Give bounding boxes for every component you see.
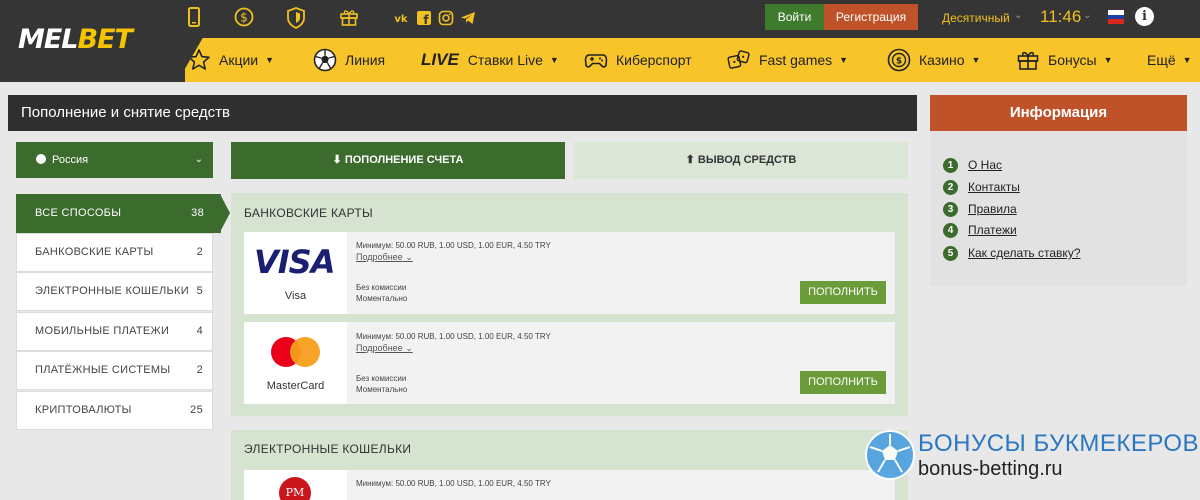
globe-icon (36, 154, 46, 164)
login-button[interactable]: Войти (765, 4, 824, 30)
nav-item-line[interactable]: Линия (313, 38, 385, 82)
method-all[interactable]: ВСЕ СПОСОБЫ 38 (16, 194, 230, 233)
mobile-icon[interactable] (183, 7, 205, 29)
ru-flag-icon[interactable] (1108, 10, 1124, 24)
dollar-icon[interactable]: $ (233, 7, 255, 29)
svg-text:vk: vk (394, 14, 408, 25)
football-icon (313, 48, 337, 72)
facebook-icon[interactable]: f (416, 10, 432, 27)
info-icon[interactable]: i (1135, 7, 1154, 26)
caret-down-icon: ▼ (971, 55, 981, 65)
download-icon: ⬇ (332, 154, 342, 166)
nav-item-fast-games[interactable]: Fast games ▼ (727, 38, 848, 82)
svg-text:$: $ (240, 11, 248, 25)
payment-card-perfect-money: PM Минимум: 50.00 RUB, 1.00 USD, 1.00 EU… (244, 470, 895, 500)
chevron-down-icon: ⌄ (1083, 10, 1092, 21)
page-title: Пополнение и снятие средств (8, 95, 917, 131)
info-link-about[interactable]: 1О Нас (943, 157, 1002, 173)
register-button[interactable]: Регистрация (824, 4, 918, 30)
clock: 11:46 (1040, 7, 1082, 26)
country-select[interactable]: Россия ⌄ (16, 142, 213, 178)
dice-icon (727, 48, 751, 72)
payment-card-mastercard: MasterCard Минимум: 50.00 RUB, 1.00 USD,… (244, 322, 895, 404)
nav-item-promotions[interactable]: Акции ▼ (187, 38, 274, 82)
svg-text:$: $ (896, 57, 902, 67)
shield-icon[interactable] (285, 7, 307, 30)
melbet-logo[interactable]: MELBET (18, 24, 133, 55)
method-crypto[interactable]: КРИПТОВАЛЮТЫ 25 (16, 391, 213, 430)
vk-icon[interactable]: vk (393, 10, 409, 26)
gift-icon[interactable] (338, 7, 360, 29)
nav-item-live[interactable]: LIVE Ставки Live ▼ (421, 38, 559, 82)
casino-chip-icon: $ (887, 48, 911, 72)
mastercard-circles-icon (271, 337, 321, 367)
tab-withdraw[interactable]: ⬆ ВЫВОД СРЕДСТВ (574, 142, 908, 179)
info-link-contacts[interactable]: 2 Контакты (943, 179, 1020, 195)
gift-icon (1016, 48, 1040, 72)
deposit-button[interactable]: ПОПОЛНИТЬ (800, 371, 886, 394)
mastercard-logo: MasterCard (244, 322, 347, 404)
deposit-button[interactable]: ПОПОЛНИТЬ (800, 281, 886, 304)
nav-item-casino[interactable]: $ Казино ▼ (887, 38, 980, 82)
soccer-ball-icon (865, 430, 915, 480)
group-e-wallets: ЭЛЕКТРОННЫЕ КОШЕЛЬКИ PM Минимум: 50.00 R… (231, 430, 908, 500)
info-link-rules[interactable]: 3 Правила (943, 201, 1017, 217)
method-bank-cards[interactable]: БАНКОВСКИЕ КАРТЫ 2 (16, 233, 213, 272)
nav-item-esports[interactable]: Киберспорт (584, 38, 692, 82)
method-mobile-payments[interactable]: МОБИЛЬНЫЕ ПЛАТЕЖИ 4 (16, 312, 213, 351)
payment-card-visa: VISA Visa Минимум: 50.00 RUB, 1.00 USD, … (244, 232, 895, 314)
perfect-money-logo: PM (244, 470, 347, 500)
tab-deposit[interactable]: ⬇ ПОПОЛНЕНИЕ СЧЕТА (231, 142, 565, 179)
watermark-url: bonus-betting.ru (918, 458, 1063, 480)
visa-logo: VISA Visa (244, 232, 347, 314)
telegram-icon[interactable] (460, 10, 476, 26)
instagram-icon[interactable] (438, 10, 454, 26)
method-e-wallets[interactable]: ЭЛЕКТРОННЫЕ КОШЕЛЬКИ 5 (16, 272, 213, 311)
caret-down-icon: ▼ (839, 55, 849, 65)
upload-icon: ⬆ (685, 154, 695, 166)
details-link[interactable]: Подробнее ⌄ (356, 252, 413, 263)
method-payment-systems[interactable]: ПЛАТЁЖНЫЕ СИСТЕМЫ 2 (16, 351, 213, 390)
info-panel: 1О Нас 2 Контакты 3 Правила 4 Платежи 5 Как … (930, 131, 1187, 286)
chevron-down-icon: ⌄ (194, 154, 203, 165)
group-title: ЭЛЕКТРОННЫЕ КОШЕЛЬКИ (244, 442, 412, 456)
svg-text:f: f (423, 13, 429, 26)
details-link[interactable]: Подробнее ⌄ (356, 343, 413, 354)
logo-area: MELBET (0, 0, 185, 82)
info-link-payments[interactable]: 4 Платежи (943, 222, 1017, 238)
chevron-down-icon: ⌄ (1014, 10, 1023, 21)
group-bank-cards: БАНКОВСКИЕ КАРТЫ VISA Visa Минимум: 50.0… (231, 193, 908, 416)
caret-down-icon: ▼ (1103, 55, 1113, 65)
group-title: БАНКОВСКИЕ КАРТЫ (244, 206, 373, 220)
gamepad-icon (584, 48, 608, 72)
caret-down-icon: ▼ (549, 55, 559, 65)
nav-item-bonuses[interactable]: Бонусы ▼ (1016, 38, 1113, 82)
caret-down-icon: ▼ (265, 55, 275, 65)
odds-format-select[interactable]: Десятичный (942, 11, 1010, 25)
watermark-title: БОНУСЫ БУКМЕКЕРОВ (918, 430, 1200, 457)
info-title: Информация (930, 95, 1187, 131)
caret-down-icon: ▼ (1182, 55, 1192, 65)
nav-item-more[interactable]: Ещё ▼ (1147, 38, 1192, 82)
info-link-how-to-bet[interactable]: 5 Как сделать ставку? (943, 245, 1081, 261)
